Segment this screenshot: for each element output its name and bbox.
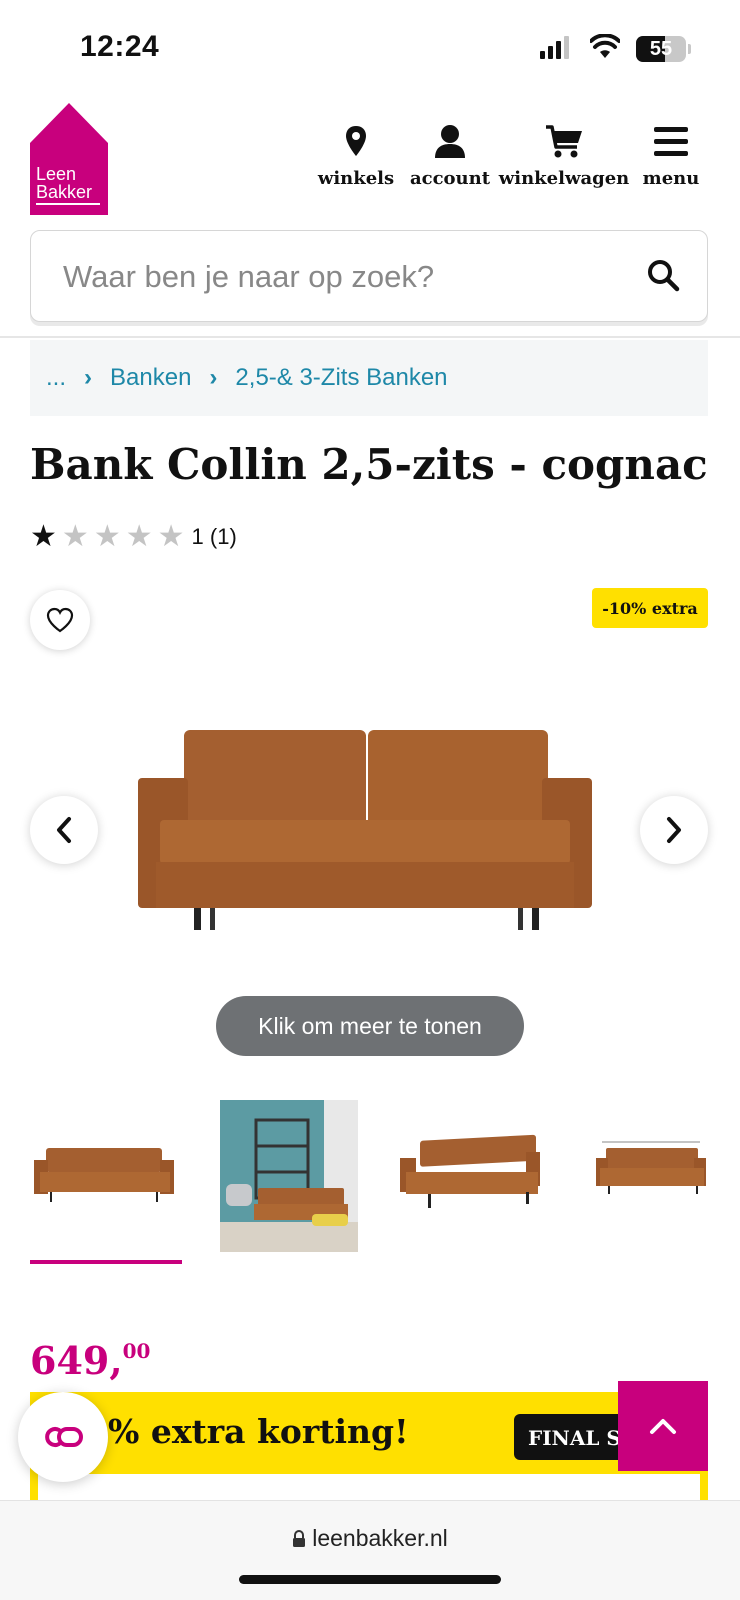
price-main: 649,	[30, 1338, 123, 1383]
hamburger-icon	[654, 127, 688, 156]
home-indicator	[239, 1575, 501, 1584]
star-icon: ★	[157, 520, 185, 553]
product-image-sofa[interactable]	[136, 720, 594, 930]
scroll-to-top-button[interactable]	[618, 1381, 708, 1471]
location-pin-icon	[346, 126, 366, 156]
product-title: Bank Collin 2,5-zits - cognac	[30, 440, 708, 489]
product-price: 649,00	[30, 1338, 150, 1383]
gallery-prev-button[interactable]	[30, 796, 98, 864]
heart-icon	[46, 607, 74, 633]
breadcrumb-banken[interactable]: Banken	[110, 364, 191, 392]
breadcrumb: ... › Banken › 2,5-& 3-Zits Banken	[30, 340, 708, 416]
breadcrumb-zits-banken[interactable]: 2,5-& 3-Zits Banken	[235, 364, 447, 392]
nav-label: winkelwagen	[498, 168, 630, 189]
nav-winkelwagen[interactable]: winkelwagen	[498, 124, 630, 189]
thumbnail-3[interactable]	[396, 1100, 546, 1252]
promo-text: % extra korting!	[108, 1412, 409, 1451]
chevron-right-icon	[667, 817, 681, 843]
cellular-signal-icon	[540, 36, 569, 59]
chevron-right-icon: ›	[209, 364, 218, 391]
product-rating[interactable]: ★ ★ ★ ★ ★ 1 (1)	[30, 522, 237, 552]
search-placeholder: Waar ben je naar op zoek?	[63, 259, 435, 294]
breadcrumb-ellipsis[interactable]: ...	[46, 364, 66, 392]
nav-menu[interactable]: menu	[636, 124, 706, 189]
nav-label: account	[409, 168, 491, 189]
gallery-next-button[interactable]	[640, 796, 708, 864]
star-icon: ★	[30, 520, 57, 553]
rating-count: 1 (1)	[191, 524, 237, 549]
star-icon: ★	[93, 520, 121, 553]
leen-bakker-logo[interactable]: Leen Bakker	[30, 103, 108, 215]
chevron-right-icon: ›	[84, 364, 93, 391]
thumbnail-4[interactable]	[588, 1100, 708, 1252]
star-icon: ★	[125, 520, 153, 553]
lock-icon	[293, 1530, 306, 1547]
search-icon[interactable]	[645, 257, 681, 293]
price-cents: 00	[122, 1339, 151, 1363]
nav-account[interactable]: account	[408, 124, 492, 189]
battery-level: 55	[649, 38, 673, 60]
thumbnail-2[interactable]	[220, 1100, 358, 1252]
battery-icon: 55	[636, 36, 686, 62]
status-bar: 12:24 55	[0, 0, 740, 100]
thumbnail-1[interactable]	[32, 1100, 182, 1252]
show-more-button[interactable]: Klik om meer te tonen	[216, 996, 524, 1056]
chat-button[interactable]	[18, 1392, 108, 1482]
active-thumbnail-indicator	[30, 1260, 182, 1264]
url-text: leenbakker.nl	[312, 1525, 448, 1551]
star-icon: ★	[61, 520, 89, 553]
chevron-left-icon	[57, 817, 71, 843]
favorite-button[interactable]	[30, 590, 90, 650]
nav-label: winkels	[317, 168, 395, 189]
discount-badge: -10% extra	[592, 588, 708, 628]
search-input[interactable]: Waar ben je naar op zoek?	[30, 230, 708, 322]
wifi-icon	[590, 34, 620, 58]
chat-logo-icon	[45, 1427, 83, 1447]
promo-banner[interactable]: % extra korting! FINAL S	[30, 1392, 708, 1512]
nav-label: menu	[642, 168, 700, 189]
chevron-up-icon	[650, 1419, 676, 1434]
cart-icon	[546, 125, 582, 158]
nav-winkels[interactable]: winkels	[316, 124, 396, 189]
status-time: 12:24	[80, 30, 160, 63]
user-icon	[435, 125, 465, 158]
browser-url-bar[interactable]: leenbakker.nl	[0, 1500, 740, 1600]
